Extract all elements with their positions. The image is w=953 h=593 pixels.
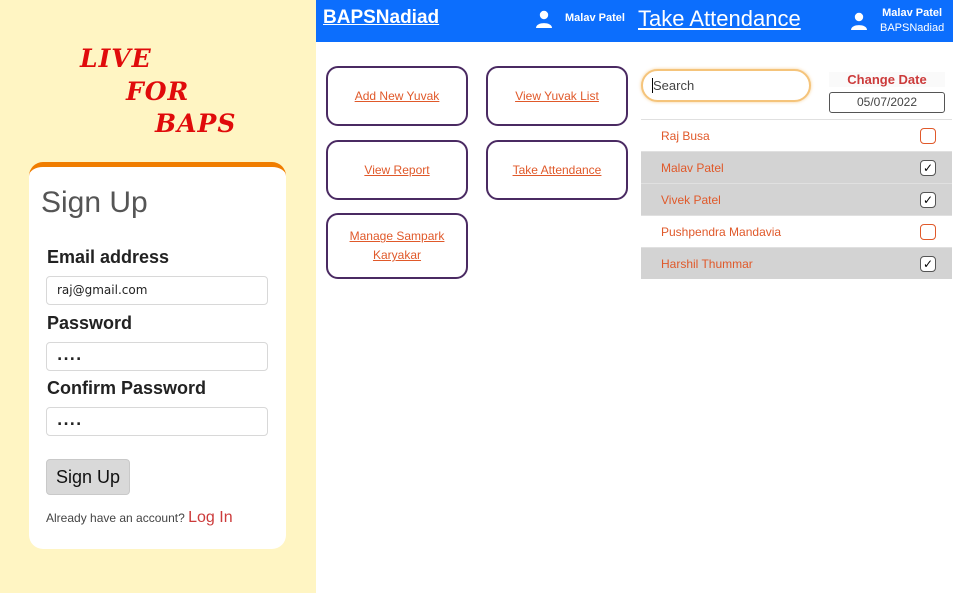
take-attendance-label: Take Attendance <box>512 162 602 177</box>
navbar-user-org: BAPSNadiad <box>880 22 945 34</box>
checkmark-icon: ✓ <box>922 257 934 271</box>
email-field[interactable]: raj@gmail.com <box>46 276 268 305</box>
confirm-password-field[interactable]: .... <box>46 407 268 436</box>
view-report-label: View Report <box>364 162 430 177</box>
member-name: Vivek Patel <box>661 193 721 207</box>
live-for-baps-logo: LIVE FOR BAPS <box>0 44 316 144</box>
dashboard-panel: BAPSNadiad Malav Patel Add New Yuvak Vie… <box>316 0 634 593</box>
user-icon <box>536 10 552 28</box>
take-attendance-button[interactable]: Take Attendance <box>486 140 628 200</box>
login-prompt: Already have an account? Log In <box>46 509 233 527</box>
dashboard-navbar: BAPSNadiad Malav Patel <box>316 0 634 42</box>
login-link[interactable]: Log In <box>188 509 232 526</box>
present-checkbox[interactable]: ✓ <box>920 160 936 176</box>
date-field[interactable]: 05/07/2022 <box>829 92 945 113</box>
attendance-navbar: Take Attendance Malav Patel BAPSNadiad <box>634 0 953 42</box>
password-field[interactable]: .... <box>46 342 268 371</box>
present-checkbox[interactable]: ✓ <box>920 256 936 272</box>
attendance-list: Raj Busa Malav Patel ✓ Vivek Patel ✓ Pus… <box>641 119 952 279</box>
confirm-password-label: Confirm Password <box>47 378 207 398</box>
member-name: Pushpendra Mandavia <box>661 225 782 239</box>
present-checkbox[interactable] <box>920 128 936 144</box>
attendance-row: Harshil Thummar ✓ <box>641 247 952 279</box>
attendance-row: Raj Busa <box>641 119 952 151</box>
navbar-user-info[interactable]: Malav Patel BAPSNadiad <box>880 6 944 36</box>
signup-panel: LIVE FOR BAPS Sign Up Email address raj@… <box>0 0 316 593</box>
manage-sampark-karyakar-button[interactable]: Manage Sampark Karyakar <box>326 213 468 279</box>
member-name: Harshil Thummar <box>661 257 753 271</box>
view-yuvak-list-label: View Yuvak List <box>515 88 599 103</box>
navbar-user-name[interactable]: Malav Patel <box>565 12 625 24</box>
navbar-user-name: Malav Patel <box>882 7 943 19</box>
logo-line-3: BAPS <box>155 109 237 138</box>
logo-line-1: LIVE <box>80 44 152 73</box>
signup-card: Sign Up Email address raj@gmail.com Pass… <box>29 162 286 549</box>
view-yuvak-list-button[interactable]: View Yuvak List <box>486 66 628 126</box>
navbar-brand-link[interactable]: BAPSNadiad <box>323 7 439 29</box>
present-checkbox[interactable]: ✓ <box>920 192 936 208</box>
add-new-yuvak-button[interactable]: Add New Yuvak <box>326 66 468 126</box>
attendance-panel: Take Attendance Malav Patel BAPSNadiad S… <box>634 0 953 593</box>
member-name: Raj Busa <box>661 129 710 143</box>
change-date-label: Change Date <box>829 72 945 87</box>
member-name: Malav Patel <box>661 161 724 175</box>
search-input[interactable]: Search <box>641 69 811 102</box>
signup-button[interactable]: Sign Up <box>46 459 130 495</box>
logo-line-2: FOR <box>126 77 190 106</box>
password-label: Password <box>47 313 133 333</box>
attendance-row: Pushpendra Mandavia <box>641 215 952 247</box>
user-icon <box>851 12 867 30</box>
manage-sampark-karyakar-label: Manage Sampark Karyakar <box>349 229 445 262</box>
attendance-title-link[interactable]: Take Attendance <box>638 6 801 32</box>
present-checkbox[interactable] <box>920 224 936 240</box>
view-report-button[interactable]: View Report <box>326 140 468 200</box>
add-new-yuvak-label: Add New Yuvak <box>354 88 440 103</box>
checkmark-icon: ✓ <box>922 193 934 207</box>
signup-title: Sign Up <box>41 186 148 219</box>
login-prompt-text: Already have an account? <box>46 511 185 525</box>
email-label: Email address <box>47 247 170 267</box>
checkmark-icon: ✓ <box>922 161 934 175</box>
attendance-row: Malav Patel ✓ <box>641 151 952 183</box>
attendance-row: Vivek Patel ✓ <box>641 183 952 215</box>
